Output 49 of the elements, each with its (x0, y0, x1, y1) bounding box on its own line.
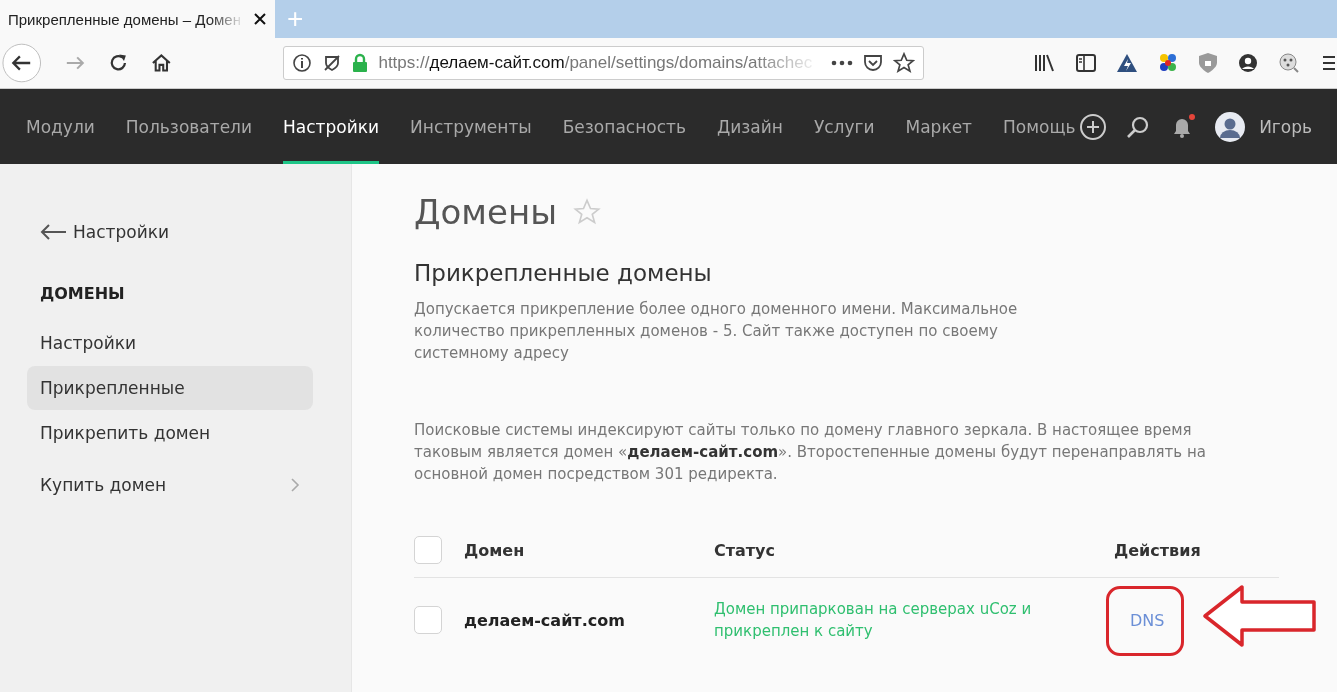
extension-icon[interactable] (1278, 52, 1300, 74)
section-heading: ДОМЕНЫ (39, 284, 126, 303)
description-text: Допускается прикрепление более одного доменного имени. Максимальное количество прикрепленных доменов - 5. Сайт также доступен по своему системному адресу (414, 299, 1019, 364)
page-title: Домены (414, 192, 557, 232)
sidebar-item[interactable]: Прикрепленные (27, 366, 313, 410)
lock-icon (352, 53, 369, 73)
pocket-icon[interactable] (863, 53, 883, 73)
star-icon[interactable] (893, 52, 915, 74)
back-link[interactable]: Настройки (27, 222, 313, 242)
select-all-checkbox[interactable] (414, 536, 442, 564)
nav-tab[interactable]: Дизайн (716, 89, 783, 164)
column-header: Действия (1114, 540, 1202, 560)
sidebar-icon[interactable] (1075, 53, 1097, 73)
home-icon[interactable] (150, 52, 172, 74)
nav-tab[interactable]: Модули (26, 89, 95, 164)
sidebar-item[interactable]: Прикрепить домен (27, 411, 313, 455)
avatar-icon[interactable] (1215, 111, 1246, 142)
nav-tab[interactable]: Инструменты (410, 89, 532, 164)
column-header: Статус (714, 540, 776, 560)
domain-cell-text: делаем-сайт.com (464, 610, 626, 630)
column-header: Домен (464, 540, 526, 560)
mirror-note: Поисковые системы индексируют сайты только по домену главного зеркала. В настоящее время таковым является домен «делаем-сайт.com». Второстепенные домены будут перенаправлять на основной домен посредством 301 редиректа. (414, 420, 1207, 485)
status-cell-text: Домен припаркован на серверах uCoz и прикреплен к сайту (714, 599, 1033, 642)
sidebar-item[interactable]: Настройки (27, 321, 313, 365)
info-icon[interactable] (292, 53, 313, 73)
nav-tab[interactable]: Пользователи (125, 89, 253, 164)
extension-icon[interactable] (1157, 52, 1179, 74)
close-icon[interactable] (253, 12, 267, 26)
user-name[interactable]: Игорь (1259, 116, 1312, 137)
sidebar-item[interactable]: Купить домен (27, 463, 313, 507)
section-title: Прикрепленные домены (414, 260, 713, 286)
browser-tab[interactable]: Прикрепленные домены – Домен (0, 0, 275, 38)
arrow-left-icon (39, 223, 67, 241)
nav-tab[interactable]: Помощь (1003, 89, 1076, 164)
dns-link[interactable]: DNS (1114, 610, 1165, 630)
tracking-icon[interactable] (322, 53, 343, 73)
extension-icon[interactable] (1116, 53, 1138, 73)
account-icon[interactable] (1237, 52, 1259, 74)
row-checkbox[interactable] (414, 606, 442, 634)
nav-tab[interactable]: Безопасность (562, 89, 686, 164)
tab-title: Прикрепленные домены – Домен (8, 10, 242, 28)
back-icon[interactable] (2, 42, 42, 84)
nav-tab[interactable]: Маркет (905, 89, 973, 164)
nav-tab[interactable]: Услуги (813, 89, 875, 164)
library-icon[interactable] (1034, 53, 1056, 73)
shield-icon[interactable] (1198, 52, 1218, 74)
add-icon[interactable] (1079, 112, 1108, 141)
back-label[interactable]: Настройки (73, 222, 169, 242)
more-icon[interactable] (831, 60, 853, 66)
